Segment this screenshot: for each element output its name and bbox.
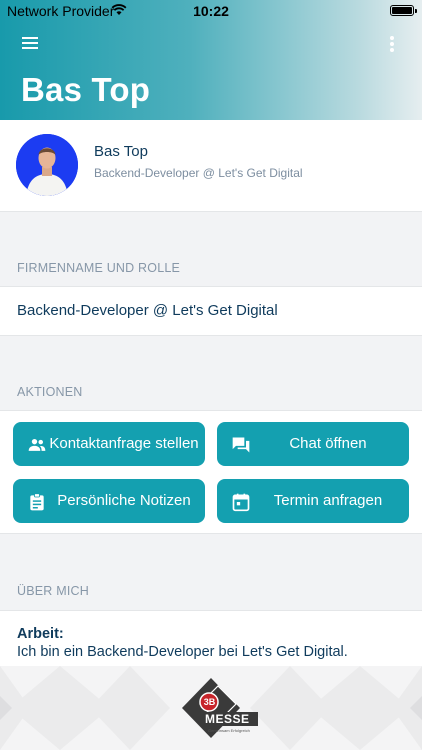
app-header: Network Provider 10:22 Bas Top	[0, 0, 422, 120]
personal-notes-button[interactable]: Persönliche Notizen	[13, 479, 205, 523]
clock: 10:22	[193, 3, 229, 19]
open-chat-button[interactable]: Chat öffnen	[217, 422, 409, 466]
people-icon	[28, 439, 46, 451]
request-appointment-button[interactable]: Termin anfragen	[217, 479, 409, 523]
logo-text: MESSE	[205, 712, 250, 726]
calendar-icon	[232, 493, 250, 512]
profile-card: Bas Top Backend-Developer @ Let's Get Di…	[0, 120, 422, 212]
page-title: Bas Top	[21, 71, 151, 108]
logo-tagline: Gemeinsam Erfolgreich	[208, 728, 250, 733]
clipboard-icon	[30, 493, 44, 511]
hamburger-menu-icon[interactable]	[20, 33, 42, 53]
contact-request-button[interactable]: Kontaktanfrage stellen	[13, 422, 205, 466]
company-section-label: FIRMENNAME UND ROLLE	[17, 261, 181, 275]
actions-panel: Kontaktanfrage stellen Chat öffnen Persö…	[0, 410, 422, 534]
battery-icon	[390, 5, 417, 16]
actions-section-label: AKTIONEN	[17, 385, 83, 399]
about-text: Ich bin ein Backend-Developer bei Let's …	[17, 644, 348, 660]
profile-subtitle: Backend-Developer @ Let's Get Digital	[94, 166, 303, 180]
about-title: Arbeit:	[17, 626, 64, 642]
profile-name: Bas Top	[94, 143, 148, 160]
request-appointment-label: Termin anfragen	[273, 492, 383, 509]
avatar	[16, 134, 78, 196]
about-section-label: ÜBER MICH	[17, 584, 89, 598]
chat-icon	[232, 437, 250, 453]
personal-notes-label: Persönliche Notizen	[57, 492, 191, 509]
contact-request-label: Kontaktanfrage stellen	[49, 435, 199, 452]
footer-banner: 3B MESSE Gemeinsam Erfolgreich	[0, 666, 422, 750]
more-options-icon[interactable]	[388, 34, 396, 52]
status-bar: Network Provider 10:22	[0, 0, 422, 22]
company-role-value: Backend-Developer @ Let's Get Digital	[17, 302, 278, 319]
company-row: Backend-Developer @ Let's Get Digital	[0, 286, 422, 336]
logo-badge: 3B	[203, 697, 216, 707]
open-chat-label: Chat öffnen	[289, 435, 367, 452]
messe-logo: 3B MESSE Gemeinsam Erfolgreich	[178, 676, 260, 746]
